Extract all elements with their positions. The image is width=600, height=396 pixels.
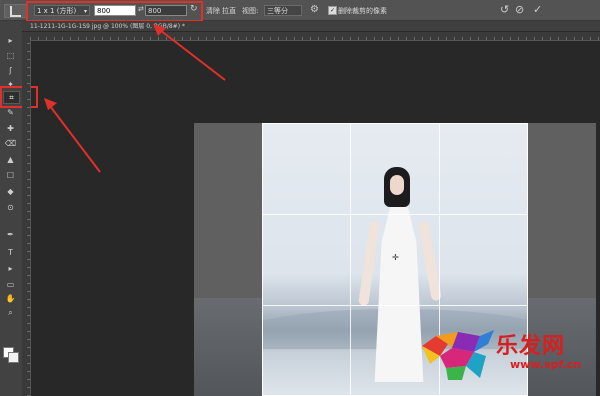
- annotation-arrows: [44, 24, 226, 173]
- annotation-arrow-to-crop-tool: [49, 105, 101, 173]
- annotation-arrow-to-options: [159, 29, 226, 81]
